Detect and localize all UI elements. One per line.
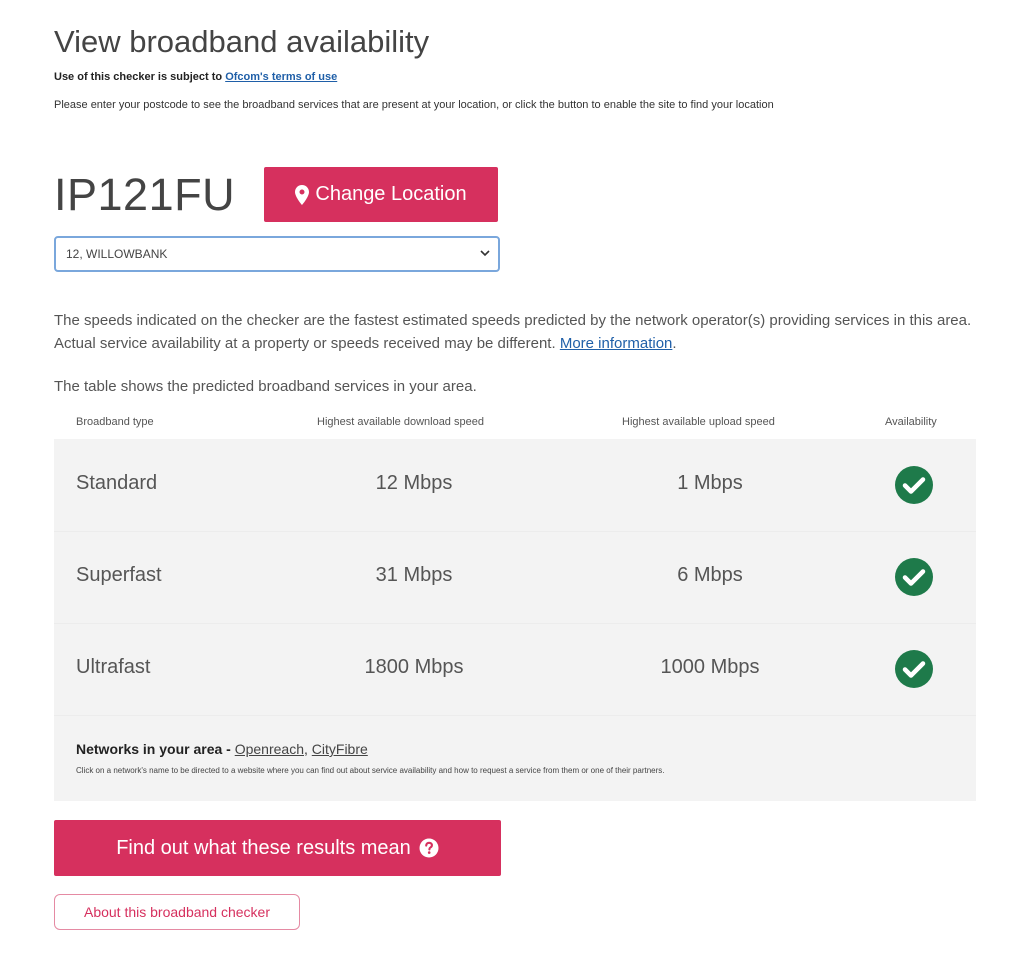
- table-row: Standard 12 Mbps 1 Mbps: [54, 439, 976, 532]
- row-upload: 1000 Mbps: [660, 656, 760, 678]
- network-link-openreach[interactable]: Openreach: [235, 741, 304, 757]
- header-availability: Availability: [885, 416, 937, 428]
- terms-link[interactable]: Ofcom's terms of use: [225, 71, 337, 83]
- header-broadband-type: Broadband type: [76, 416, 154, 428]
- table-caption: The table shows the predicted broadband …: [54, 378, 477, 395]
- about-checker-button[interactable]: About this broadband checker: [54, 894, 300, 930]
- disclaimer-suffix: .: [672, 335, 677, 352]
- terms-prefix: Use of this checker is subject to: [54, 71, 223, 83]
- table-row: Superfast 31 Mbps 6 Mbps: [54, 531, 976, 624]
- network-link-cityfibre[interactable]: CityFibre: [312, 741, 368, 757]
- check-circle-icon: [895, 650, 933, 688]
- address-select-value: 12, WILLOWBANK: [66, 247, 168, 261]
- question-circle-icon: [419, 838, 439, 858]
- results-meaning-button[interactable]: Find out what these results mean: [54, 820, 501, 876]
- terms-notice: Use of this checker is subject to Ofcom'…: [54, 71, 337, 83]
- speed-disclaimer: The speeds indicated on the checker are …: [54, 309, 976, 355]
- more-information-link[interactable]: More information: [560, 335, 673, 352]
- results-meaning-label: Find out what these results mean: [116, 836, 411, 859]
- postcode-display: IP121FU: [54, 169, 236, 220]
- networks-label: Networks in your area -: [76, 741, 231, 757]
- row-upload: 6 Mbps: [677, 564, 743, 586]
- page-title: View broadband availability: [54, 24, 430, 59]
- change-location-label: Change Location: [315, 183, 467, 205]
- header-download-speed: Highest available download speed: [317, 416, 484, 428]
- row-download: 12 Mbps: [375, 472, 453, 494]
- header-upload-speed: Highest available upload speed: [622, 416, 775, 428]
- map-pin-icon: [295, 184, 310, 205]
- address-select[interactable]: 12, WILLOWBANK: [54, 236, 500, 272]
- table-row: Ultrafast 1800 Mbps 1000 Mbps: [54, 623, 976, 716]
- row-type: Superfast: [76, 564, 162, 586]
- networks-note: Click on a network's name to be directed…: [76, 766, 665, 775]
- row-upload: 1 Mbps: [677, 472, 743, 494]
- table-header: Broadband type Highest available downloa…: [54, 410, 976, 438]
- disclaimer-text: The speeds indicated on the checker are …: [54, 312, 972, 352]
- row-download: 1800 Mbps: [364, 656, 464, 678]
- change-location-button[interactable]: Change Location: [264, 167, 498, 222]
- results-table: Standard 12 Mbps 1 Mbps Superfast 31 Mbp…: [54, 439, 976, 801]
- row-type: Ultrafast: [76, 656, 151, 678]
- networks-separator: ,: [304, 741, 308, 757]
- networks-line: Networks in your area - Openreach, CityF…: [76, 741, 368, 757]
- check-circle-icon: [895, 466, 933, 504]
- check-circle-icon: [895, 558, 933, 596]
- chevron-down-icon: [480, 250, 490, 257]
- row-type: Standard: [76, 472, 158, 494]
- row-download: 31 Mbps: [375, 564, 453, 586]
- intro-text: Please enter your postcode to see the br…: [54, 99, 774, 111]
